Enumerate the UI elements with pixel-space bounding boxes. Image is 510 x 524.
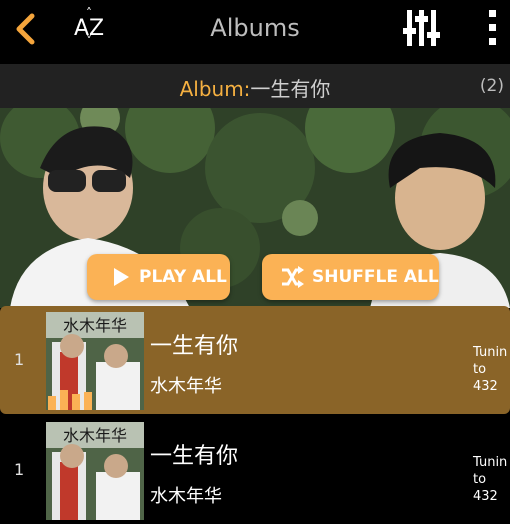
track-artist: 水木年华 bbox=[150, 376, 222, 397]
play-all-label: PLAY ALL bbox=[139, 267, 227, 287]
track-title: 一生有你 bbox=[150, 334, 239, 359]
shuffle-icon bbox=[282, 266, 304, 288]
play-all-button[interactable]: PLAY ALL bbox=[87, 254, 230, 300]
track-title: 一生有你 bbox=[150, 444, 239, 469]
thumbnail-title: 水木年华 bbox=[63, 316, 127, 335]
album-prefix: Album: bbox=[179, 77, 251, 101]
track-artist: 水木年华 bbox=[150, 486, 222, 507]
track-number: 1 bbox=[14, 460, 25, 479]
track-row[interactable]: 1 水木年华 一生有你 水木年华 Tunin to 432 bbox=[0, 306, 510, 414]
tuning-line-1: Tunin bbox=[473, 455, 508, 470]
equalizer-icon bbox=[403, 10, 440, 46]
track-row[interactable]: 1 水木年华 一生有你 水木年华 Tunin to 432 bbox=[0, 416, 510, 524]
shuffle-all-button[interactable]: SHUFFLE ALL bbox=[262, 254, 439, 300]
track-thumbnail: 水木年华 bbox=[46, 422, 144, 520]
back-button[interactable] bbox=[10, 12, 44, 46]
tuning-line-1: Tunin bbox=[473, 345, 508, 360]
sort-down-arrow-icon: ˅ bbox=[86, 34, 92, 48]
chevron-left-icon bbox=[16, 13, 35, 45]
track-tuning: Tunin to 432 bbox=[473, 454, 510, 505]
album-header: Album:一生有你 (2) bbox=[0, 64, 510, 108]
play-icon bbox=[114, 268, 129, 286]
tuning-line-2: to 432 bbox=[473, 362, 498, 394]
album-name: 一生有你 bbox=[250, 77, 331, 101]
sort-button[interactable]: ˄ AZ ˅ bbox=[74, 6, 110, 48]
track-tuning: Tunin to 432 bbox=[473, 344, 510, 395]
album-track-count: (2) bbox=[479, 76, 504, 96]
equalizer-button[interactable] bbox=[400, 6, 444, 50]
now-playing-indicator bbox=[48, 390, 92, 410]
more-vertical-icon bbox=[489, 10, 496, 45]
album-label: Album:一生有你 bbox=[0, 73, 510, 102]
tuning-line-2: to 432 bbox=[473, 472, 498, 504]
top-bar: ˄ AZ ˅ Albums bbox=[0, 0, 510, 64]
page-title: Albums bbox=[210, 14, 300, 42]
shuffle-all-label: SHUFFLE ALL bbox=[312, 267, 439, 287]
track-number: 1 bbox=[14, 350, 25, 369]
more-options-button[interactable] bbox=[485, 8, 499, 48]
thumbnail-title: 水木年华 bbox=[63, 426, 127, 445]
